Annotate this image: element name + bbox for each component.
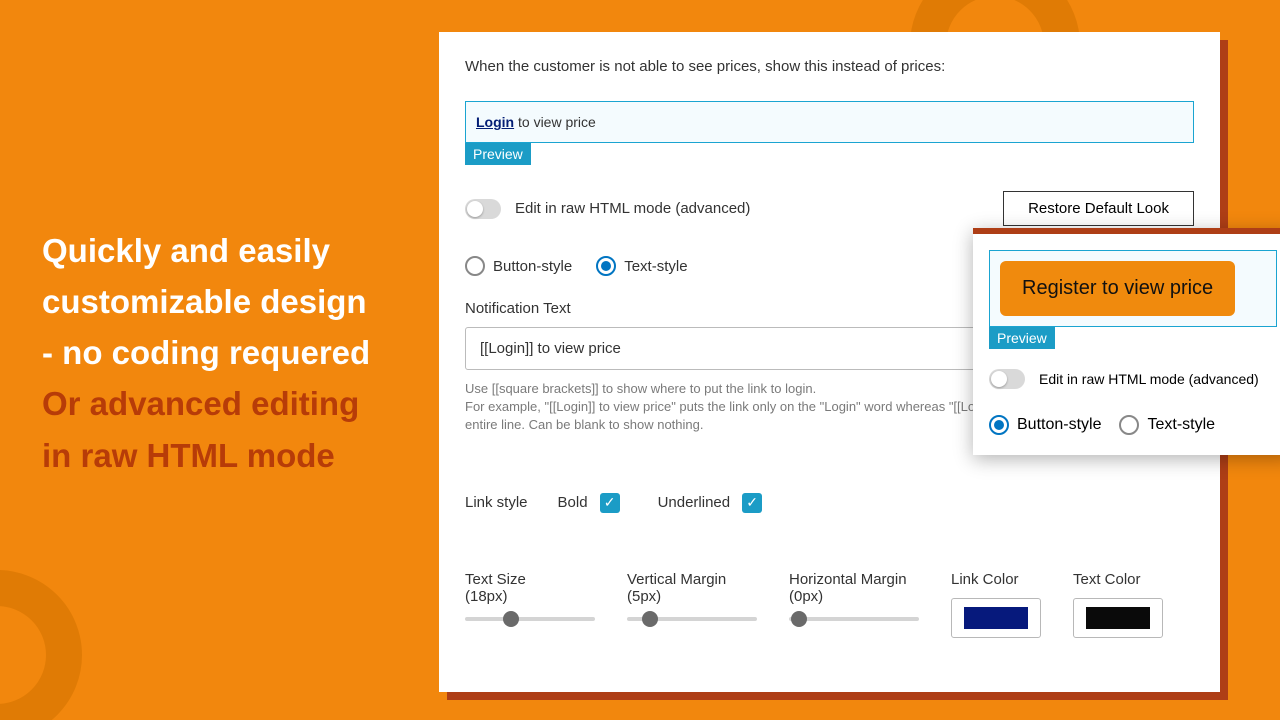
preview-badge: Preview <box>465 143 531 165</box>
popup-panel: Register to view price Preview Edit in r… <box>973 228 1280 455</box>
hero-headline: Quickly and easily customizable design -… <box>42 225 382 481</box>
link-color-swatch[interactable] <box>951 598 1041 638</box>
raw-html-toggle[interactable] <box>465 199 501 219</box>
preview-box: Login to view price <box>465 101 1194 143</box>
bold-label: Bold <box>558 494 588 511</box>
raw-html-toggle-label: Edit in raw HTML mode (advanced) <box>515 200 750 217</box>
popup-style-radio-text[interactable]: Text-style <box>1119 415 1215 435</box>
popup-preview-box: Register to view price <box>989 250 1277 327</box>
decorative-circle-left <box>0 570 82 720</box>
style-radio-text[interactable]: Text-style <box>596 256 687 276</box>
horizontal-margin-value: (0px) <box>789 588 919 605</box>
horizontal-margin-label: Horizontal Margin <box>789 571 919 588</box>
text-size-slider-block: Text Size (18px) <box>465 571 595 621</box>
style-button-label: Button-style <box>493 258 572 275</box>
text-size-slider[interactable] <box>465 617 595 621</box>
hero-line-2: Or advanced editing in raw HTML mode <box>42 385 359 473</box>
radio-icon <box>596 256 616 276</box>
style-text-label: Text-style <box>624 258 687 275</box>
text-size-value: (18px) <box>465 588 595 605</box>
underlined-label: Underlined <box>658 494 731 511</box>
hero-line-1: Quickly and easily customizable design -… <box>42 232 370 371</box>
restore-default-button[interactable]: Restore Default Look <box>1003 191 1194 226</box>
text-size-label: Text Size <box>465 571 595 588</box>
radio-icon <box>465 256 485 276</box>
popup-preview-badge: Preview <box>989 327 1055 349</box>
style-radio-button[interactable]: Button-style <box>465 256 572 276</box>
radio-icon <box>989 415 1009 435</box>
horizontal-margin-slider-block: Horizontal Margin (0px) <box>789 571 919 621</box>
popup-raw-html-toggle[interactable] <box>989 369 1025 389</box>
link-style-label: Link style <box>465 494 528 511</box>
vertical-margin-label: Vertical Margin <box>627 571 757 588</box>
preview-login-link[interactable]: Login <box>476 114 514 130</box>
text-color-swatch[interactable] <box>1073 598 1163 638</box>
text-color-label: Text Color <box>1073 571 1163 588</box>
vertical-margin-slider-block: Vertical Margin (5px) <box>627 571 757 621</box>
underlined-checkbox[interactable]: ✓ <box>742 493 762 513</box>
register-button[interactable]: Register to view price <box>1000 261 1235 316</box>
preview-suffix: to view price <box>514 114 596 130</box>
popup-style-text-label: Text-style <box>1147 416 1215 434</box>
text-color-block: Text Color <box>1073 571 1163 638</box>
panel-prompt: When the customer is not able to see pri… <box>465 58 1194 75</box>
radio-icon <box>1119 415 1139 435</box>
link-color-label: Link Color <box>951 571 1041 588</box>
bold-checkbox[interactable]: ✓ <box>600 493 620 513</box>
link-color-block: Link Color <box>951 571 1041 638</box>
vertical-margin-value: (5px) <box>627 588 757 605</box>
popup-raw-html-label: Edit in raw HTML mode (advanced) <box>1039 371 1259 387</box>
popup-style-button-label: Button-style <box>1017 416 1101 434</box>
vertical-margin-slider[interactable] <box>627 617 757 621</box>
popup-style-radio-button[interactable]: Button-style <box>989 415 1101 435</box>
horizontal-margin-slider[interactable] <box>789 617 919 621</box>
